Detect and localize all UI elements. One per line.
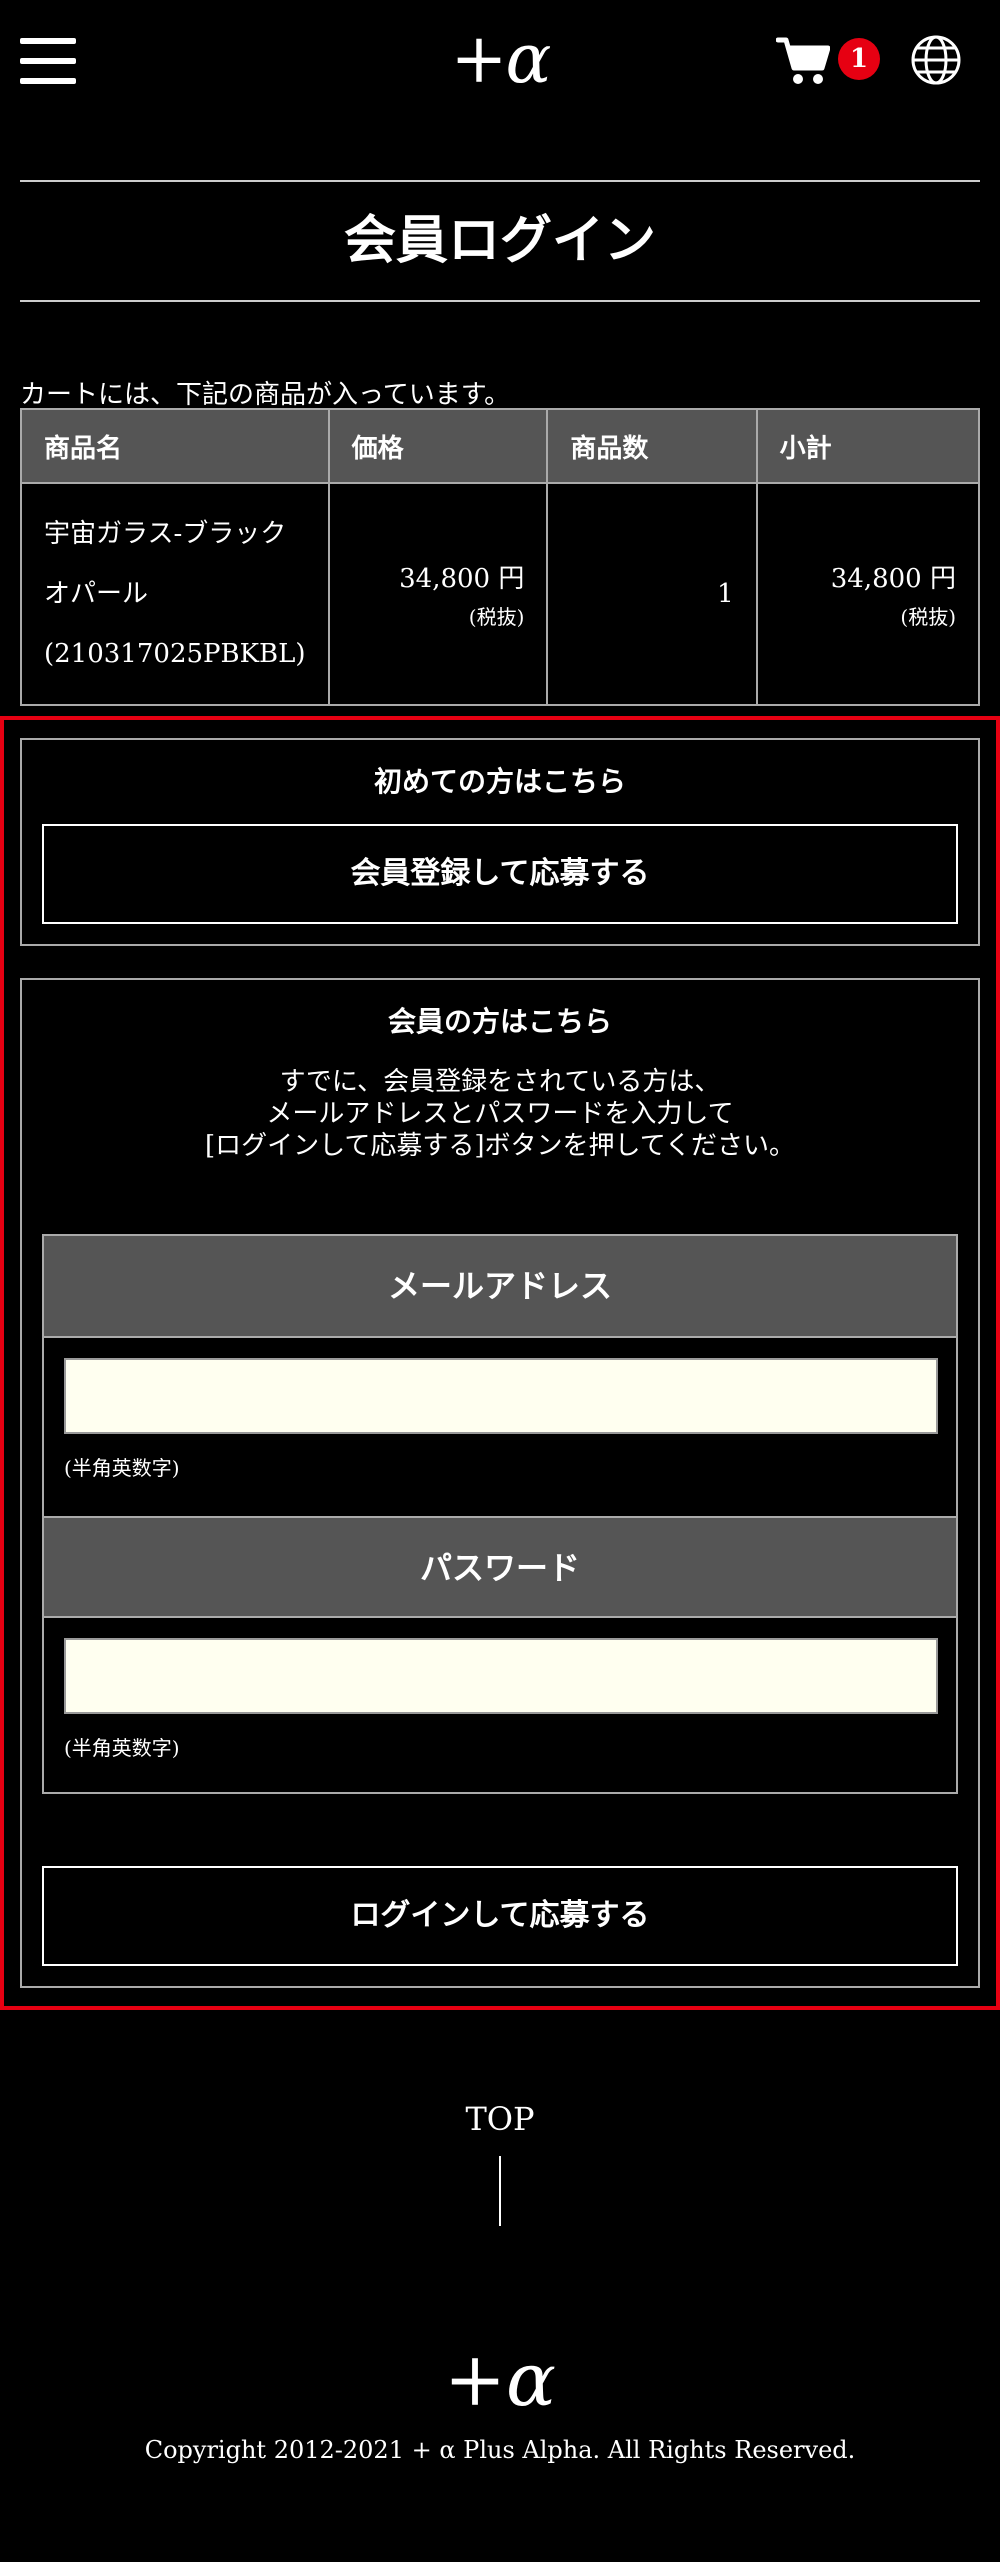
item-price: 34,800 円 xyxy=(399,564,525,594)
item-price-tax-note: (税抜) xyxy=(468,605,525,629)
globe-icon[interactable] xyxy=(910,34,962,86)
hamburger-menu-icon[interactable] xyxy=(20,38,76,84)
instruction-line: メールアドレスとパスワードを入力して xyxy=(266,1099,734,1129)
col-header-qty: 商品数 xyxy=(546,408,758,484)
first-time-heading: 初めての方はこちら xyxy=(373,765,626,798)
first-time-box: 初めての方はこちら 会員登録して応募する xyxy=(20,738,980,946)
cart-icon[interactable] xyxy=(776,36,830,86)
item-subtotal: 34,800 円 xyxy=(830,564,956,594)
email-hint: (半角英数字) xyxy=(64,1456,180,1480)
item-subtotal-cell: 34,800 円 (税抜) xyxy=(755,482,981,706)
item-qty: 1 xyxy=(546,482,758,706)
item-name: 宇宙ガラス-ブラックオパール(210317025PBKBL) xyxy=(20,482,330,706)
member-heading: 会員の方はこちら xyxy=(387,1005,612,1038)
login-instructions: すでに、会員登録をされている方は、 メールアドレスとパスワードを入力して [ログ… xyxy=(22,1066,978,1162)
copyright-text: Copyright 2012-2021 + α Plus Alpha. All … xyxy=(144,2436,856,2464)
email-field[interactable] xyxy=(64,1358,938,1434)
email-label: メールアドレス xyxy=(44,1236,956,1338)
top-divider-line xyxy=(499,2156,501,2226)
cart-lead-text: カートには、下記の商品が入っています。 xyxy=(20,380,511,410)
login-form: メールアドレス (半角英数字) パスワード (半角英数字) xyxy=(42,1234,958,1794)
item-subtotal-tax-note: (税抜) xyxy=(900,605,956,629)
password-hint: (半角英数字) xyxy=(64,1736,180,1760)
site-header: +α 1 xyxy=(0,0,1000,130)
site-logo[interactable]: +α xyxy=(440,20,560,100)
member-login-box: 会員の方はこちら すでに、会員登録をされている方は、 メールアドレスとパスワード… xyxy=(20,978,980,1988)
password-label: パスワード xyxy=(44,1516,956,1618)
back-to-top-link[interactable]: TOP xyxy=(440,2100,560,2138)
table-row: 宇宙ガラス-ブラックオパール(210317025PBKBL) 34,800 円 … xyxy=(20,482,981,706)
col-header-price: 価格 xyxy=(327,408,549,484)
cart-table: 商品名 価格 商品数 小計 宇宙ガラス-ブラックオパール(210317025PB… xyxy=(20,408,981,706)
login-and-apply-button[interactable]: ログインして応募する xyxy=(42,1866,958,1966)
footer-logo[interactable]: +α xyxy=(430,2340,570,2420)
cart-count-badge[interactable]: 1 xyxy=(838,38,880,80)
instruction-line: [ログインして応募する]ボタンを押してください。 xyxy=(205,1131,795,1161)
col-header-name: 商品名 xyxy=(20,408,330,484)
col-header-subtotal: 小計 xyxy=(755,408,981,484)
page-title: 会員ログイン xyxy=(20,180,980,302)
password-field[interactable] xyxy=(64,1638,938,1714)
item-price-cell: 34,800 円 (税抜) xyxy=(327,482,549,706)
instruction-line: すでに、会員登録をされている方は、 xyxy=(279,1067,721,1097)
register-and-apply-button[interactable]: 会員登録して応募する xyxy=(42,824,958,924)
